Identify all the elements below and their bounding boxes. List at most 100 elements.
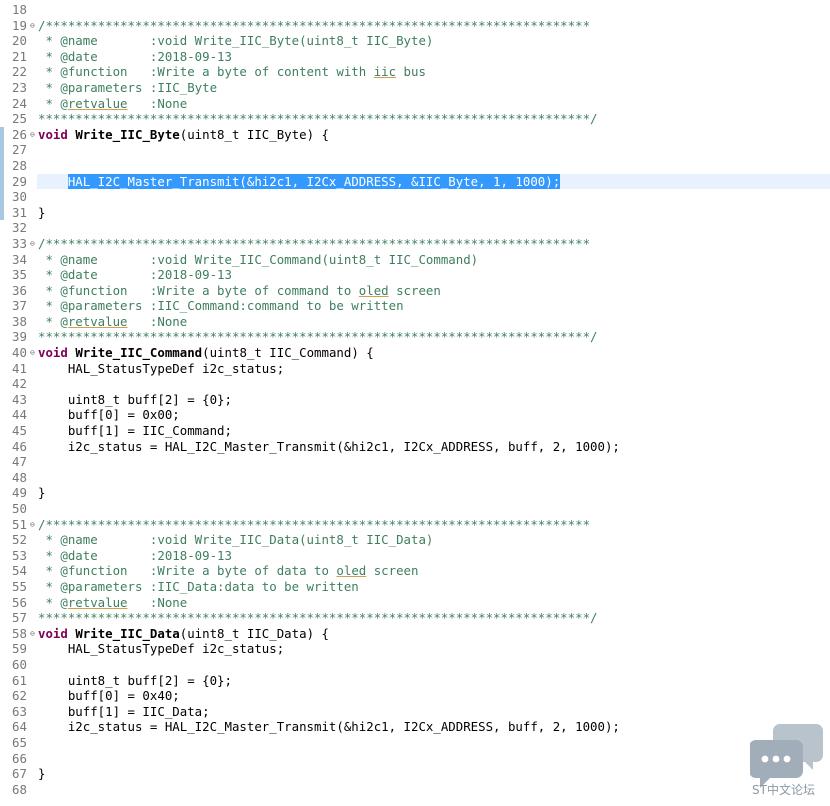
code-line-63[interactable]: 63 buff[1] = IIC_Data;	[0, 704, 830, 720]
code-text: * @function :Write a byte of data to ole…	[38, 563, 419, 579]
code-line-32[interactable]: 32	[0, 220, 830, 236]
code-line-25[interactable]: 25 **************************************…	[0, 111, 830, 127]
code-line-60[interactable]: 60	[0, 657, 830, 673]
code-text: * @date :2018-09-13	[38, 48, 232, 64]
code-line-47[interactable]: 47	[0, 454, 830, 470]
code-line-20[interactable]: 20 * @name :void Write_IIC_Byte(uint8_t …	[0, 33, 830, 49]
code-line-67[interactable]: 67}	[0, 766, 830, 782]
code-text: }	[38, 204, 46, 220]
code-line-62[interactable]: 62 buff[0] = 0x40;	[0, 688, 830, 704]
line-number: 36	[12, 282, 27, 298]
code-line-30[interactable]: 30	[0, 189, 830, 205]
fold-toggle-icon[interactable]: ⊖	[30, 236, 35, 252]
code-text: ****************************************…	[38, 111, 598, 127]
code-line-55[interactable]: 55 * @parameters :IIC_Data:data to be wr…	[0, 579, 830, 595]
code-line-64[interactable]: 64 i2c_status = HAL_I2C_Master_Transmit(…	[0, 719, 830, 735]
code-text: * @parameters :IIC_Byte	[38, 79, 218, 95]
line-number: 38	[12, 313, 27, 329]
line-number: 37	[12, 298, 27, 314]
line-number: 67	[12, 766, 27, 782]
fold-toggle-icon[interactable]: ⊖	[30, 18, 35, 34]
code-line-24[interactable]: 24 * @retvalue :None	[0, 96, 830, 112]
line-number: 41	[12, 360, 27, 376]
code-text: i2c_status = HAL_I2C_Master_Transmit(&hi…	[38, 719, 620, 735]
line-number: 47	[12, 454, 27, 470]
line-number: 65	[12, 734, 27, 750]
line-number: 34	[12, 251, 27, 267]
line-number: 19	[12, 17, 27, 33]
code-line-28[interactable]: 28	[0, 157, 830, 174]
code-line-34[interactable]: 34 * @name :void Write_IIC_Command(uint8…	[0, 252, 830, 268]
code-line-18[interactable]: 18	[0, 2, 830, 18]
code-line-66[interactable]: 66	[0, 751, 830, 767]
fold-toggle-icon[interactable]: ⊖	[30, 626, 35, 642]
line-number: 25	[12, 111, 27, 127]
code-line-23[interactable]: 23 * @parameters :IIC_Byte	[0, 80, 830, 96]
line-number: 63	[12, 703, 27, 719]
code-line-44[interactable]: 44 buff[0] = 0x00;	[0, 407, 830, 423]
code-text: * @retvalue :None	[38, 313, 188, 329]
code-line-29[interactable]: 29 HAL_I2C_Master_Transmit(&hi2c1, I2Cx_…	[0, 173, 830, 190]
code-line-38[interactable]: 38 * @retvalue :None	[0, 314, 830, 330]
code-text: uint8_t buff[2] = {0};	[38, 391, 232, 407]
code-line-61[interactable]: 61 uint8_t buff[2] = {0};	[0, 673, 830, 689]
code-line-56[interactable]: 56 * @retvalue :None	[0, 595, 830, 611]
line-number: 57	[12, 610, 27, 626]
code-line-46[interactable]: 46 i2c_status = HAL_I2C_Master_Transmit(…	[0, 439, 830, 455]
fold-toggle-icon[interactable]: ⊖	[30, 345, 35, 361]
line-number: 21	[12, 48, 27, 64]
code-line-59[interactable]: 59 HAL_StatusTypeDef i2c_status;	[0, 641, 830, 657]
code-line-53[interactable]: 53 * @date :2018-09-13	[0, 548, 830, 564]
code-line-68[interactable]: 68	[0, 782, 830, 798]
line-number: 27	[12, 142, 27, 158]
line-number: 60	[12, 656, 27, 672]
code-text: HAL_StatusTypeDef i2c_status;	[38, 360, 285, 376]
line-number: 50	[12, 501, 27, 516]
fold-toggle-icon[interactable]: ⊖	[30, 127, 35, 143]
text-selection: HAL_I2C_Master_Transmit(&hi2c1, I2Cx_ADD…	[67, 173, 561, 189]
line-number: 20	[12, 33, 27, 49]
code-line-54[interactable]: 54 * @function :Write a byte of data to …	[0, 563, 830, 579]
fold-toggle-icon[interactable]: ⊖	[30, 517, 35, 533]
code-text: uint8_t buff[2] = {0};	[38, 672, 232, 688]
code-line-27[interactable]: 27	[0, 142, 830, 158]
line-number: 52	[12, 532, 27, 548]
code-line-50[interactable]: 50	[0, 501, 830, 517]
code-line-37[interactable]: 37 * @parameters :IIC_Command:command to…	[0, 298, 830, 314]
code-line-40[interactable]: 40 ⊖ void Write_IIC_Command(uint8_t IIC_Co…	[0, 345, 830, 361]
code-text: HAL_I2C_Master_Transmit(&hi2c1, I2Cx_ADD…	[38, 173, 561, 190]
code-line-41[interactable]: 41 HAL_StatusTypeDef i2c_status;	[0, 361, 830, 377]
code-text: * @retvalue :None	[38, 95, 188, 111]
code-line-22[interactable]: 22 * @function :Write a byte of content …	[0, 64, 830, 80]
code-text: buff[0] = 0x40;	[38, 688, 180, 704]
code-line-31[interactable]: 31}	[0, 204, 830, 221]
code-line-33[interactable]: 33 ⊖/************************************…	[0, 236, 830, 252]
code-text: /***************************************…	[38, 17, 591, 33]
code-line-36[interactable]: 36 * @function :Write a byte of command …	[0, 283, 830, 299]
code-text: buff[1] = IIC_Data;	[38, 703, 210, 719]
code-line-43[interactable]: 43 uint8_t buff[2] = {0};	[0, 392, 830, 408]
code-line-42[interactable]: 42	[0, 376, 830, 392]
code-text: ****************************************…	[38, 329, 598, 345]
code-text: * @name :void Write_IIC_Command(uint8_t …	[38, 251, 479, 267]
code-line-57[interactable]: 57 **************************************…	[0, 610, 830, 626]
code-line-19[interactable]: 19 ⊖/************************************…	[0, 18, 830, 34]
code-editor[interactable]: 18 19 ⊖/**********************************…	[0, 2, 830, 797]
code-line-58[interactable]: 58 ⊖ void Write_IIC_Data(uint8_t IIC_Data)…	[0, 626, 830, 642]
line-number: 46	[12, 438, 27, 454]
code-line-35[interactable]: 35 * @date :2018-09-13	[0, 267, 830, 283]
code-line-39[interactable]: 39 **************************************…	[0, 329, 830, 345]
code-line-49[interactable]: 49}	[0, 485, 830, 501]
line-number: 23	[12, 79, 27, 95]
code-line-45[interactable]: 45 buff[1] = IIC_Command;	[0, 423, 830, 439]
code-text: * @function :Write a byte of command to …	[38, 282, 441, 298]
code-text: void Write_IIC_Command(uint8_t IIC_Comma…	[38, 345, 374, 361]
code-line-21[interactable]: 21 * @date :2018-09-13	[0, 49, 830, 65]
code-line-48[interactable]: 48	[0, 470, 830, 486]
code-line-65[interactable]: 65	[0, 735, 830, 751]
code-text: * @date :2018-09-13	[38, 547, 232, 563]
change-marker	[0, 173, 4, 190]
code-line-52[interactable]: 52 * @name :void Write_IIC_Data(uint8_t …	[0, 532, 830, 548]
code-line-51[interactable]: 51 ⊖/************************************…	[0, 517, 830, 533]
code-line-26[interactable]: 26 ⊖ void Write_IIC_Byte(uint8_t IIC_Byte)…	[0, 126, 830, 143]
